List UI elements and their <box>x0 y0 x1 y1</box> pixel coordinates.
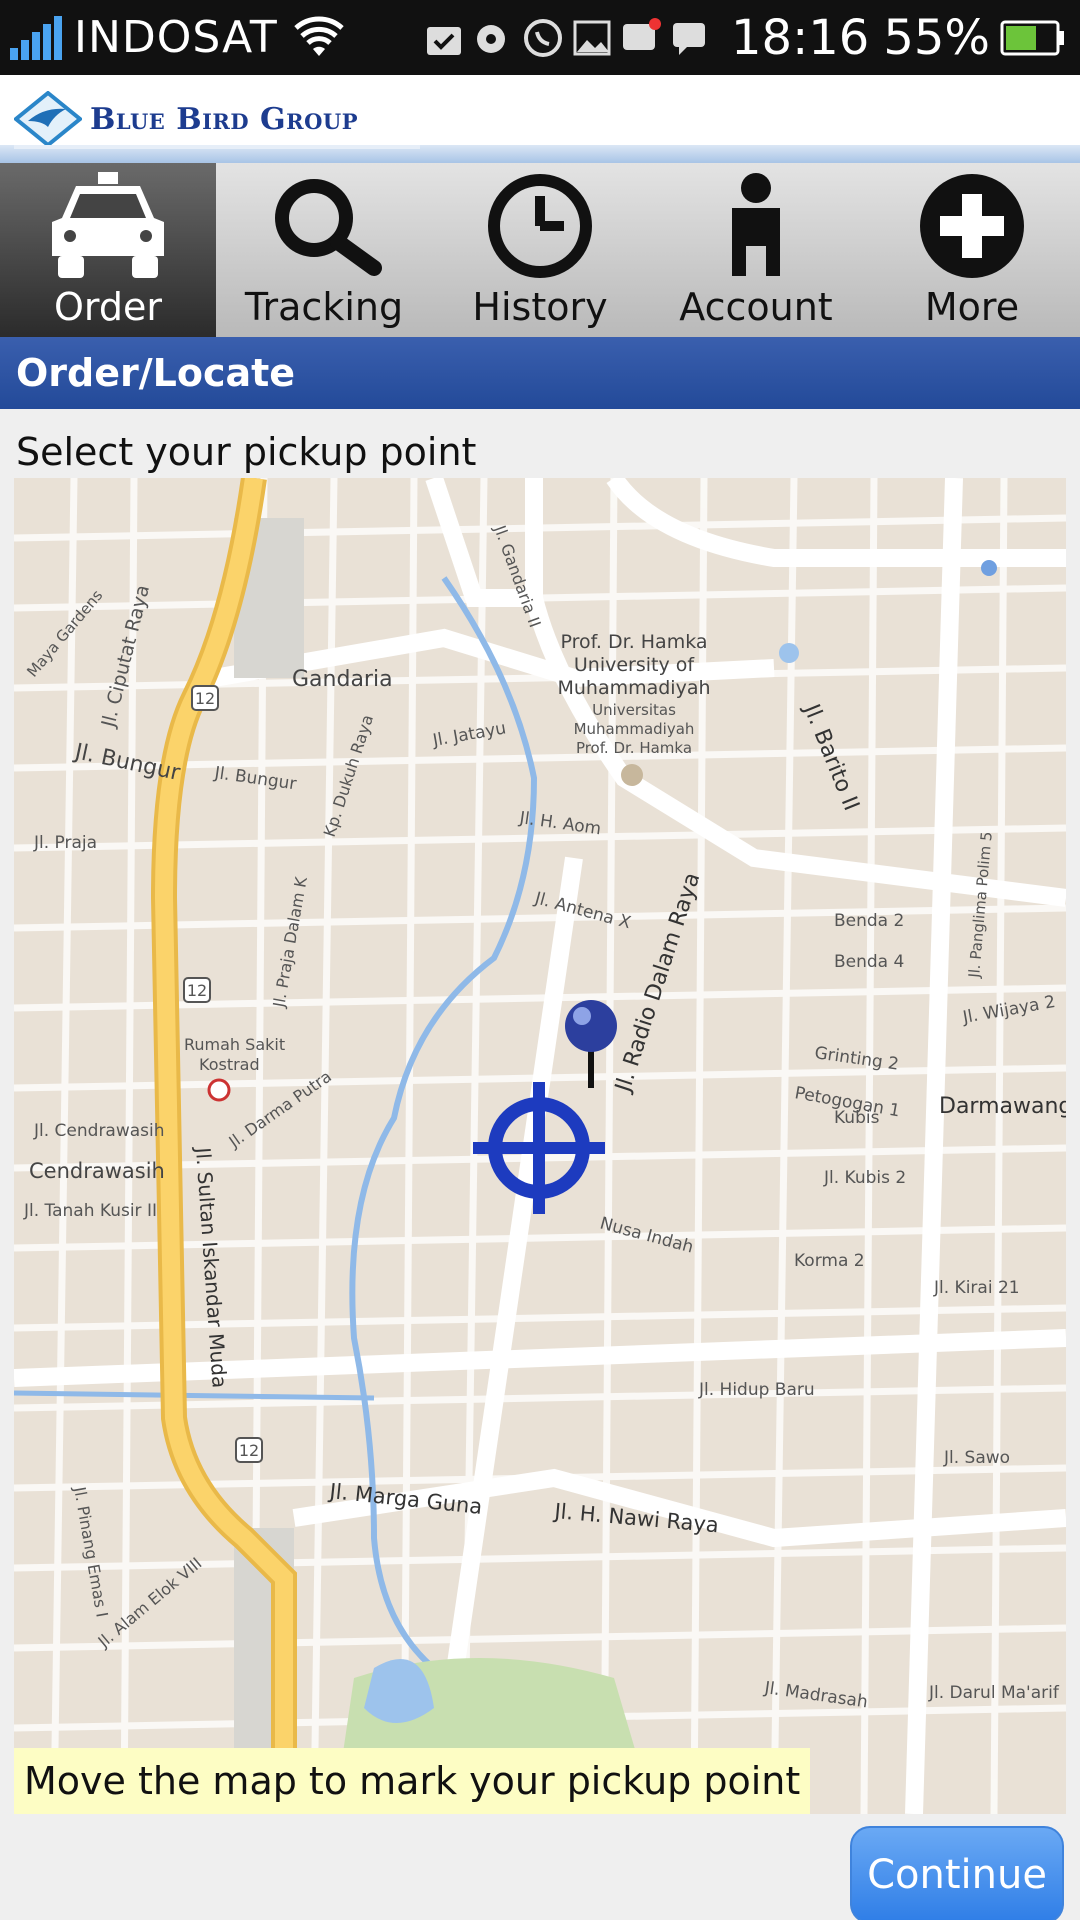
person-icon <box>732 173 780 276</box>
tab-label: History <box>472 285 608 329</box>
sync-icon <box>476 24 505 53</box>
map-label: Jl. Sawo <box>943 1448 1010 1468</box>
tab-label: Account <box>679 285 833 329</box>
tab-more[interactable]: More <box>864 163 1080 337</box>
map-canvas: 12 12 12 Gandaria Jl. Bungur Jl. Bungur … <box>14 478 1066 1814</box>
map-view[interactable]: 12 12 12 Gandaria Jl. Bungur Jl. Bungur … <box>14 478 1066 1814</box>
page-title: Order/Locate <box>16 351 296 395</box>
map-label: Darmawang <box>939 1094 1066 1119</box>
map-label: Jl. Darul Ma'arif <box>928 1683 1060 1703</box>
map-label: Cendrawasih <box>29 1159 165 1183</box>
map-label: Universitas <box>592 701 676 719</box>
map-label: Jl. Kubis 2 <box>823 1168 906 1188</box>
tab-history[interactable]: History <box>432 163 648 337</box>
status-bar: INDOSAT 18:16 55% <box>0 0 1080 75</box>
tab-account[interactable]: Account <box>648 163 864 337</box>
map-label: Prof. Dr. Hamka <box>576 739 692 757</box>
tab-label: More <box>924 285 1020 329</box>
bag-icon <box>426 26 461 55</box>
map-label: Kostrad <box>199 1055 260 1074</box>
map-label: Prof. Dr. Hamka <box>560 631 707 653</box>
map-label: University of <box>574 654 696 676</box>
tab-order[interactable]: Order <box>0 163 216 337</box>
map-label: Gandaria <box>292 667 393 692</box>
signal-icon <box>10 15 62 60</box>
taxi-icon <box>52 172 164 278</box>
hospital-icon <box>207 1078 231 1102</box>
clock-time: 18:16 <box>730 9 870 66</box>
map-label: Benda 2 <box>834 911 904 931</box>
battery-percent: 55% <box>883 9 990 66</box>
brand-name: Blue Bird Group <box>90 101 358 137</box>
map-label: Jl. Praja <box>33 833 97 853</box>
map-label: Rumah Sakit <box>184 1035 285 1054</box>
map-label: Benda 4 <box>834 952 904 972</box>
wifi-icon <box>294 16 344 56</box>
map-label: Jl. Kirai 21 <box>933 1278 1020 1298</box>
tab-tracking[interactable]: Tracking <box>216 163 432 337</box>
svg-text:12: 12 <box>239 1441 259 1460</box>
chat-icon <box>672 22 705 55</box>
bird-logo-icon <box>14 91 82 147</box>
map-label: Muhammadiyah <box>557 677 710 699</box>
svg-text:12: 12 <box>195 689 215 708</box>
carrier-name: INDOSAT <box>74 12 278 63</box>
tab-label: Tracking <box>244 285 404 329</box>
map-label: Kubis <box>834 1108 880 1128</box>
map-label: Korma 2 <box>794 1251 865 1271</box>
plus-icon <box>920 174 1024 278</box>
instruction-text: Select your pickup point <box>16 430 477 474</box>
tab-bar: Order Tracking History Account More <box>0 163 1080 337</box>
map-label: Jl. Cendrawasih <box>33 1121 165 1141</box>
screen: INDOSAT 18:16 55% Blue Bird Group Order … <box>0 0 1080 1920</box>
search-icon <box>275 179 382 276</box>
map-hint: Move the map to mark your pickup point <box>14 1748 811 1814</box>
whatsapp-icon <box>523 18 562 57</box>
bbm-icon <box>622 17 661 50</box>
tab-label: Order <box>54 285 162 329</box>
map-label: Jl. Tanah Kusir II <box>23 1201 157 1221</box>
brand-underline <box>14 145 420 149</box>
map-label: Muhammadiyah <box>574 720 695 738</box>
map-label: Jl. Hidup Baru <box>698 1380 815 1400</box>
clock-icon <box>488 174 592 278</box>
gallery-icon <box>573 20 611 55</box>
section-header: Order/Locate <box>0 337 1080 409</box>
svg-text:12: 12 <box>187 981 207 1000</box>
school-icon <box>621 764 643 786</box>
continue-button[interactable]: Continue <box>850 1826 1064 1920</box>
brand-logo: Blue Bird Group <box>14 91 358 147</box>
battery-icon <box>1000 20 1064 55</box>
